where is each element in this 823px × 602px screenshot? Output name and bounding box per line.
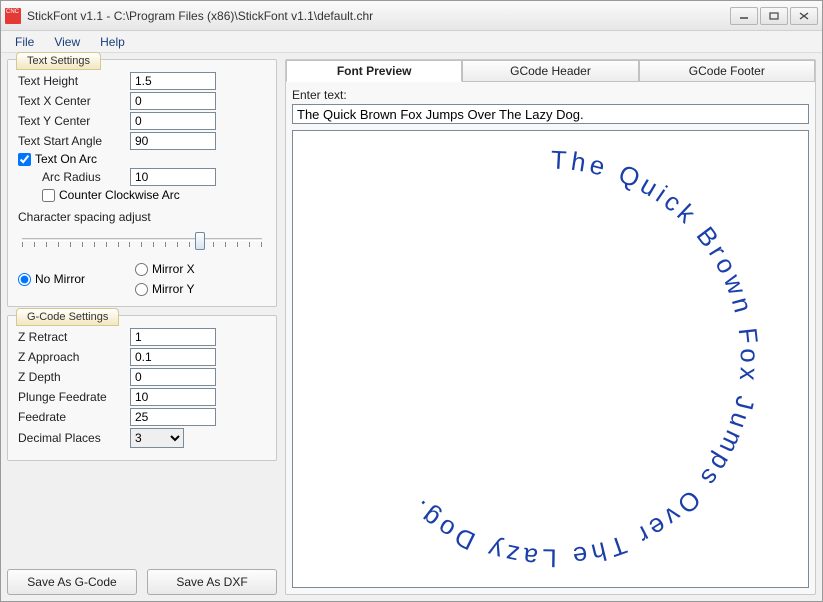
- mirror-radio-group: No Mirror Mirror X Mirror Y: [18, 262, 266, 296]
- arc-radius-label: Arc Radius: [42, 170, 130, 184]
- zretract-label: Z Retract: [18, 330, 130, 344]
- mirror-y-radio[interactable]: Mirror Y: [135, 282, 195, 296]
- app-window: StickFont v1.1 - C:\Program Files (x86)\…: [0, 0, 823, 602]
- text-on-arc-checkbox[interactable]: [18, 153, 31, 166]
- font-preview-canvas: The Quick Brown Fox Jumps Over The Lazy …: [292, 130, 809, 588]
- char-spacing-label: Character spacing adjust: [18, 210, 266, 224]
- tab-gcode-header[interactable]: GCode Header: [462, 60, 638, 82]
- plunge-feedrate-input[interactable]: [130, 388, 216, 406]
- left-panel: Text Settings Text Height Text X Center …: [7, 59, 277, 595]
- close-button[interactable]: [790, 7, 818, 25]
- text-ycenter-input[interactable]: [130, 112, 216, 130]
- save-dxf-button[interactable]: Save As DXF: [147, 569, 277, 595]
- feedrate-label: Feedrate: [18, 410, 130, 424]
- text-start-angle-input[interactable]: [130, 132, 216, 150]
- text-xcenter-label: Text X Center: [18, 94, 130, 108]
- menubar: File View Help: [1, 31, 822, 53]
- ccw-arc-label: Counter Clockwise Arc: [59, 188, 180, 202]
- zdepth-input[interactable]: [130, 368, 216, 386]
- save-gcode-button[interactable]: Save As G-Code: [7, 569, 137, 595]
- enter-text-label: Enter text:: [292, 88, 809, 102]
- save-buttons-row: Save As G-Code Save As DXF: [7, 567, 277, 595]
- ccw-arc-checkbox[interactable]: [42, 189, 55, 202]
- enter-text-input[interactable]: [292, 104, 809, 124]
- zretract-input[interactable]: [130, 328, 216, 346]
- window-title: StickFont v1.1 - C:\Program Files (x86)\…: [27, 9, 730, 23]
- zdepth-label: Z Depth: [18, 370, 130, 384]
- gcode-settings-group: G-Code Settings Z Retract Z Approach Z D…: [7, 315, 277, 461]
- circle-text-svg: The Quick Brown Fox Jumps Over The Lazy …: [293, 131, 808, 587]
- mirror-x-radio[interactable]: Mirror X: [135, 262, 195, 276]
- text-settings-legend: Text Settings: [16, 52, 101, 70]
- minimize-button[interactable]: [730, 7, 758, 25]
- menu-view[interactable]: View: [46, 33, 88, 51]
- slider-thumb[interactable]: [195, 232, 205, 250]
- tab-gcode-footer[interactable]: GCode Footer: [639, 60, 815, 82]
- zapproach-label: Z Approach: [18, 350, 130, 364]
- menu-file[interactable]: File: [7, 33, 42, 51]
- text-on-arc-label: Text On Arc: [35, 152, 97, 166]
- titlebar: StickFont v1.1 - C:\Program Files (x86)\…: [1, 1, 822, 31]
- app-icon: [5, 8, 21, 24]
- menu-help[interactable]: Help: [92, 33, 133, 51]
- window-buttons: [730, 7, 818, 25]
- right-panel: Font Preview GCode Header GCode Footer E…: [285, 59, 816, 595]
- feedrate-input[interactable]: [130, 408, 216, 426]
- plunge-feedrate-label: Plunge Feedrate: [18, 390, 130, 404]
- arc-radius-input[interactable]: [130, 168, 216, 186]
- gcode-settings-legend: G-Code Settings: [16, 308, 119, 326]
- zapproach-input[interactable]: [130, 348, 216, 366]
- text-start-angle-label: Text Start Angle: [18, 134, 130, 148]
- text-height-label: Text Height: [18, 74, 130, 88]
- text-settings-group: Text Settings Text Height Text X Center …: [7, 59, 277, 307]
- tab-font-preview[interactable]: Font Preview: [286, 60, 462, 82]
- decimal-places-label: Decimal Places: [18, 431, 130, 445]
- svg-text:The Quick Brown Fox Jumps Over: The Quick Brown Fox Jumps Over The Lazy …: [404, 146, 763, 571]
- preview-tabs: Font Preview GCode Header GCode Footer: [286, 60, 815, 82]
- text-height-input[interactable]: [130, 72, 216, 90]
- text-xcenter-input[interactable]: [130, 92, 216, 110]
- mirror-none-radio[interactable]: No Mirror: [18, 262, 85, 296]
- char-spacing-slider[interactable]: [22, 230, 262, 250]
- client-area: Text Settings Text Height Text X Center …: [1, 53, 822, 601]
- maximize-button[interactable]: [760, 7, 788, 25]
- decimal-places-select[interactable]: 3: [130, 428, 184, 448]
- text-ycenter-label: Text Y Center: [18, 114, 130, 128]
